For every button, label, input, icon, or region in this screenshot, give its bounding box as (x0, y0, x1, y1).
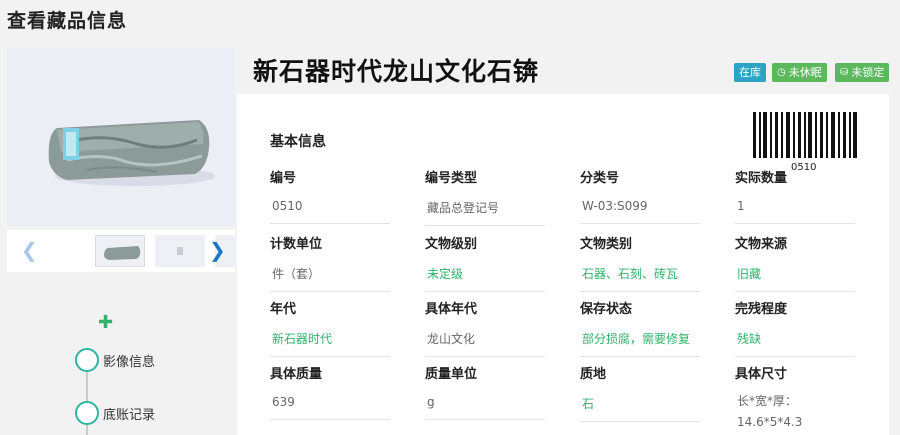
field-label: 质地 (580, 367, 607, 382)
thumbnail-strip: ❮ ❯ (7, 230, 235, 272)
field-label: 质量单位 (425, 367, 478, 382)
field-specific-mass: 具体质量 639 (270, 363, 390, 420)
timeline-item-image-info[interactable]: 影像信息 (75, 348, 155, 372)
field-label: 编号类型 (425, 171, 478, 186)
field-material: 质地 石 (580, 363, 700, 422)
badge-label: 未休眠 (788, 66, 822, 79)
timeline-dot (75, 401, 99, 425)
field-preservation-status: 保存状态 部分损腐，需要修复 (580, 298, 700, 357)
field-value: 639 (270, 395, 390, 420)
field-relic-source: 文物来源 旧藏 (735, 233, 855, 292)
field-value: 藏品总登记号 (425, 199, 545, 226)
field-value: W-03:S099 (580, 199, 700, 224)
field-label: 保存状态 (580, 302, 633, 317)
status-badge-stock: 在库 (734, 63, 766, 82)
field-value: 龙山文化 (425, 330, 545, 357)
field-label: 具体尺寸 (735, 367, 788, 382)
clock-icon: ◷ (777, 67, 786, 78)
field-value: 石 (580, 395, 700, 422)
badge-label: 在库 (739, 66, 761, 79)
dimension-label: 长*宽*厚： (737, 394, 798, 408)
barcode (753, 112, 857, 158)
stone-adze-image (48, 120, 215, 186)
field-value: 新石器时代 (270, 330, 390, 357)
field-value: 石器、石刻、砖瓦 (580, 265, 700, 292)
field-value: 未定级 (425, 265, 545, 292)
field-label: 具体年代 (425, 302, 478, 317)
timeline-label: 影像信息 (103, 354, 156, 370)
thumbnail-1[interactable] (95, 235, 145, 267)
field-category-code: 分类号 W-03:S099 (580, 167, 700, 224)
timeline-item-ledger[interactable]: 底账记录 (75, 401, 155, 425)
section-title: 基本信息 (270, 134, 326, 150)
field-value: 长*宽*厚： 14.6*5*4.3 (735, 391, 855, 435)
thumbnail-2[interactable] (155, 235, 205, 267)
field-value: 件（套） (270, 265, 390, 292)
field-value: 旧藏 (735, 265, 855, 292)
field-mass-unit: 质量单位 g (425, 363, 545, 420)
field-completeness: 完残程度 残缺 (735, 298, 855, 357)
field-label: 文物类别 (580, 237, 633, 252)
artifact-main-image[interactable] (7, 48, 235, 226)
field-value: 残缺 (735, 330, 855, 357)
field-era: 年代 新石器时代 (270, 298, 390, 357)
artifact-name: 新石器时代龙山文化石锛 (253, 57, 540, 86)
field-number: 编号 0510 (270, 167, 390, 224)
field-label: 实际数量 (735, 171, 788, 186)
timeline-dot (75, 348, 99, 372)
status-badge-lock: ⛁ 未锁定 (835, 63, 890, 82)
field-value: 部分损腐，需要修复 (580, 330, 700, 357)
field-number-type: 编号类型 藏品总登记号 (425, 167, 545, 226)
field-actual-quantity: 实际数量 1 (735, 167, 855, 224)
field-label: 文物级别 (425, 237, 478, 252)
field-value: 1 (735, 199, 855, 224)
field-value: g (425, 395, 545, 420)
field-label: 计数单位 (270, 237, 323, 252)
badge-label: 未锁定 (851, 66, 885, 79)
timeline-label: 底账记录 (103, 407, 156, 423)
field-count-unit: 计数单位 件（套） (270, 233, 390, 292)
field-value: 0510 (270, 199, 390, 224)
field-label: 完残程度 (735, 302, 788, 317)
info-card: 基本信息 0510 编号 0510 编号类型 藏品总登记号 分类号 W-03:S… (237, 94, 889, 435)
dimension-value: 14.6*5*4.3 (737, 415, 803, 429)
field-label: 年代 (270, 302, 297, 317)
field-relic-grade: 文物级别 未定级 (425, 233, 545, 292)
field-label: 文物来源 (735, 237, 788, 252)
page-title: 查看藏品信息 (7, 10, 128, 32)
plus-icon[interactable]: ✚ (98, 314, 113, 332)
field-relic-category: 文物类别 石器、石刻、砖瓦 (580, 233, 700, 292)
field-specific-dimensions: 具体尺寸 长*宽*厚： 14.6*5*4.3 (735, 363, 855, 435)
field-label: 编号 (270, 171, 297, 186)
field-specific-era: 具体年代 龙山文化 (425, 298, 545, 357)
field-label: 具体质量 (270, 367, 323, 382)
chevron-right-icon[interactable]: ❯ (209, 240, 226, 260)
field-label: 分类号 (580, 171, 620, 186)
status-badge-sleep: ◷ 未休眠 (772, 63, 827, 82)
chevron-left-icon[interactable]: ❮ (21, 240, 38, 260)
lock-icon: ⛁ (840, 67, 849, 78)
